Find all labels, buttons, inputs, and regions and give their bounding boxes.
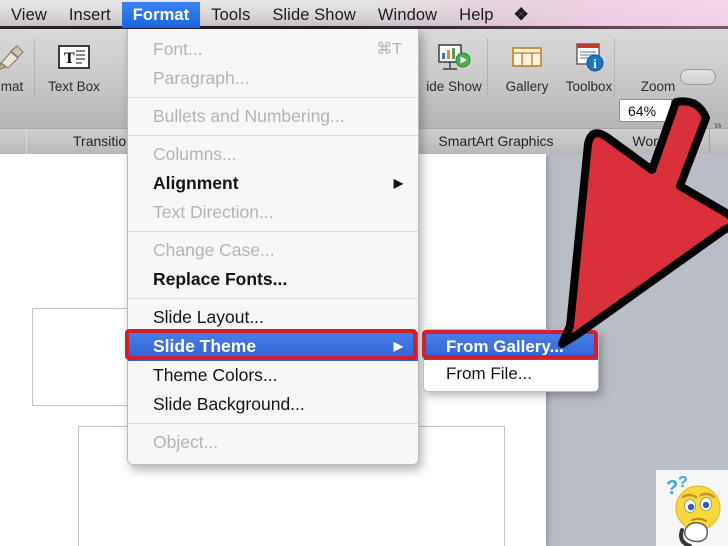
- menubar-item-format[interactable]: Format: [121, 1, 201, 28]
- tool-label-slide-show: ide Show: [426, 79, 482, 94]
- toolbar-pill-button[interactable]: [680, 69, 716, 85]
- menu-item-replace-fonts[interactable]: Replace Fonts...: [128, 265, 418, 294]
- tool-text-box[interactable]: T Text Box: [38, 37, 110, 94]
- menubar-item-insert[interactable]: Insert: [58, 2, 122, 28]
- zoom-input[interactable]: 64% ▼: [619, 99, 697, 122]
- menu-item-font-label: Font...: [153, 39, 203, 59]
- tab-smartart-graphics[interactable]: SmartArt Graphics: [402, 129, 590, 154]
- menubar-item-tools[interactable]: Tools: [200, 2, 261, 28]
- menu-item-slide-layout[interactable]: Slide Layout...: [128, 303, 418, 332]
- menu-item-alignment[interactable]: Alignment ▶: [128, 169, 418, 198]
- submenu-item-from-file[interactable]: From File...: [424, 360, 598, 387]
- menu-item-slide-theme[interactable]: Slide Theme ▶: [128, 332, 418, 361]
- svg-text:?: ?: [666, 477, 678, 499]
- menubar-item-window[interactable]: Window: [367, 2, 448, 28]
- menu-item-change-case[interactable]: Change Case...: [128, 236, 418, 265]
- powerpoint-window: View Insert Format Tools Slide Show Wind…: [0, 0, 728, 546]
- menu-item-font[interactable]: Font... ⌘T: [128, 35, 418, 64]
- menu-divider-1: [128, 97, 418, 98]
- submenu-arrow-icon: ▶: [393, 339, 403, 353]
- menu-divider-4: [128, 298, 418, 299]
- menu-item-text-direction[interactable]: Text Direction...: [128, 198, 418, 227]
- submenu-arrow-icon: ▶: [393, 176, 403, 190]
- tool-zoom[interactable]: Zoom: [622, 37, 694, 94]
- menu-divider-3: [128, 231, 418, 232]
- menu-item-bullets-and-numbering[interactable]: Bullets and Numbering...: [128, 102, 418, 131]
- thinking-face-emoji: ? ?: [656, 470, 728, 546]
- toolbar-separator-1: [34, 39, 35, 95]
- menu-item-theme-colors[interactable]: Theme Colors...: [128, 361, 418, 390]
- menu-item-font-shortcut: ⌘T: [376, 41, 402, 58]
- format-dropdown-menu: Font... ⌘T Paragraph... Bullets and Numb…: [127, 29, 419, 465]
- menu-item-alignment-label: Alignment: [153, 173, 239, 193]
- svg-text:?: ?: [678, 474, 688, 491]
- menu-item-paragraph[interactable]: Paragraph...: [128, 64, 418, 93]
- menubar-item-help[interactable]: Help: [448, 2, 504, 28]
- menu-item-object[interactable]: Object...: [128, 428, 418, 457]
- menubar-item-slide-show[interactable]: Slide Show: [261, 2, 367, 28]
- toolbar-separator-3: [487, 39, 488, 95]
- svg-text:T: T: [64, 50, 75, 67]
- menu-item-slide-theme-label: Slide Theme: [153, 336, 257, 356]
- svg-text:i: i: [593, 56, 597, 71]
- menu-item-columns[interactable]: Columns...: [128, 140, 418, 169]
- text-box-icon: T: [38, 37, 110, 77]
- toolbar-separator-4: [614, 39, 615, 95]
- slide-show-icon: [418, 37, 490, 77]
- tab-wordart[interactable]: Word: [588, 129, 710, 154]
- mac-menu-bar: View Insert Format Tools Slide Show Wind…: [0, 0, 728, 29]
- menu-divider-5: [128, 423, 418, 424]
- zoom-value: 64%: [628, 102, 657, 119]
- menubar-item-view[interactable]: View: [0, 2, 58, 28]
- slide-theme-submenu: From Gallery... From File...: [423, 329, 599, 392]
- chevron-down-icon[interactable]: ▼: [671, 100, 696, 121]
- script-icon[interactable]: ❖: [505, 2, 538, 28]
- menu-item-slide-background[interactable]: Slide Background...: [128, 390, 418, 419]
- tool-label-text-box: Text Box: [48, 79, 100, 94]
- submenu-item-from-gallery[interactable]: From Gallery...: [424, 333, 598, 360]
- menu-divider-2: [128, 135, 418, 136]
- tool-slide-show[interactable]: ide Show: [418, 37, 490, 94]
